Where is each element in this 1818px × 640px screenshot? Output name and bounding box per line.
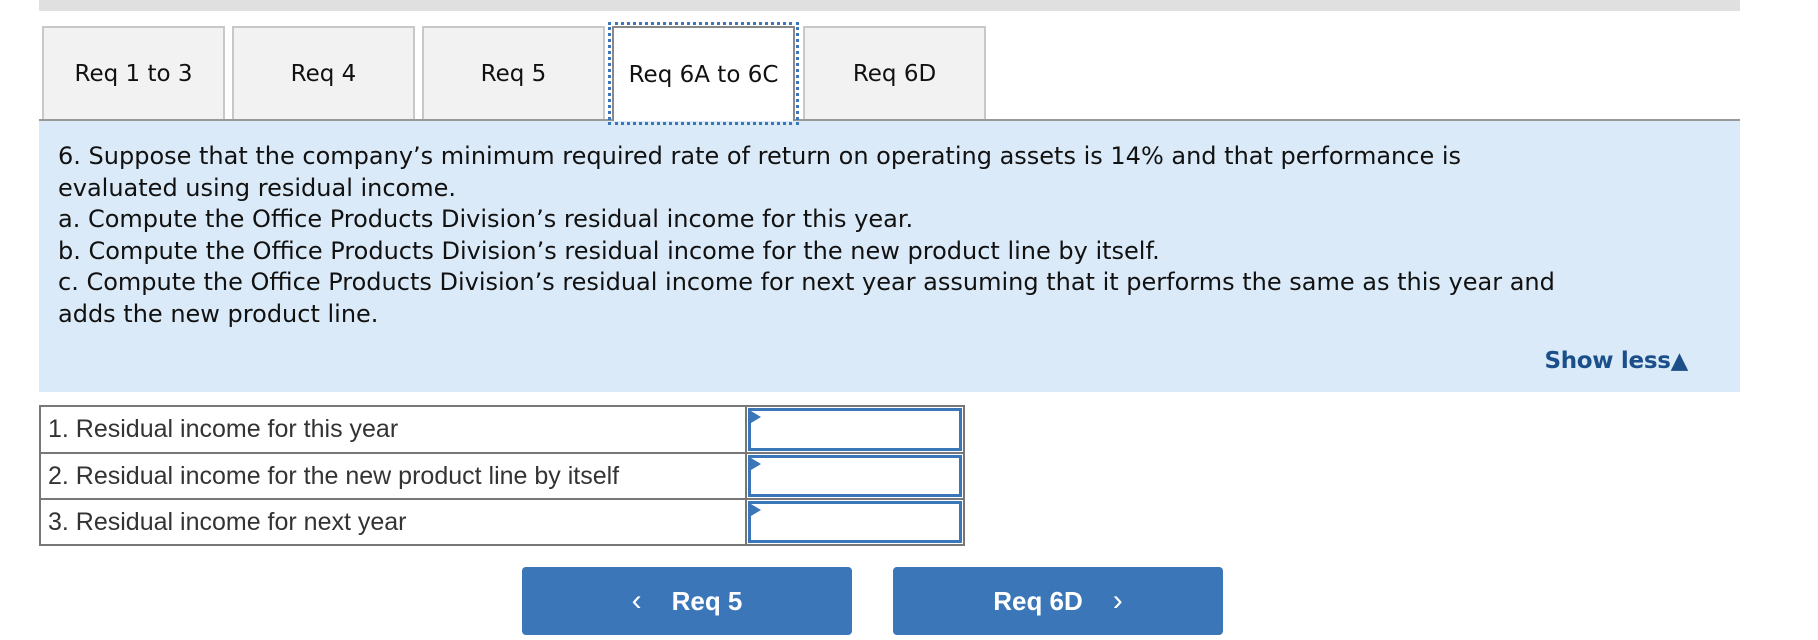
row-label: 1. Residual income for this year <box>41 407 747 452</box>
tab-label: Req 4 <box>290 60 357 87</box>
next-req-6d-button[interactable]: Req 6D › <box>893 567 1223 635</box>
top-bar <box>39 0 1740 11</box>
table-row: 2. Residual income for the new product l… <box>41 452 963 498</box>
answer-table: 1. Residual income for this year 2. Resi… <box>39 405 965 546</box>
tab-label: Req 1 to 3 <box>74 60 193 87</box>
tab-req-1-to-3[interactable]: Req 1 to 3 <box>42 26 225 119</box>
answer-cell <box>747 500 963 544</box>
answer-cell <box>747 407 963 452</box>
row-label: 2. Residual income for the new product l… <box>41 454 747 498</box>
question-text: 6. Suppose that the company’s minimum re… <box>58 141 1718 330</box>
tab-label: Req 6D <box>852 60 937 87</box>
chevron-right-icon: › <box>1112 584 1123 617</box>
show-less-label: Show less <box>1544 348 1671 374</box>
tab-req-6d[interactable]: Req 6D <box>803 26 986 119</box>
question-line: b. Compute the Office Products Division’… <box>58 236 1160 265</box>
input-flag-icon <box>751 458 761 470</box>
answer-cell <box>747 454 963 498</box>
question-line: evaluated using residual income. <box>58 173 457 202</box>
prev-button-label: Req 5 <box>671 585 743 616</box>
question-line: adds the new product line. <box>58 299 379 328</box>
table-row: 3. Residual income for next year <box>41 498 963 544</box>
input-flag-icon <box>751 411 761 423</box>
requirement-tabs: Req 1 to 3 Req 4 Req 5 Req 6A to 6C Req … <box>39 22 1740 125</box>
tab-req-4[interactable]: Req 4 <box>232 26 415 119</box>
tab-req-5[interactable]: Req 5 <box>422 26 605 119</box>
question-line: c. Compute the Office Products Division’… <box>58 268 1555 296</box>
input-flag-icon <box>751 504 761 516</box>
question-line: a. Compute the Office Products Division’… <box>58 205 914 233</box>
chevron-left-icon: ‹ <box>631 584 642 617</box>
question-line: 6. Suppose that the company’s minimum re… <box>58 142 1462 170</box>
next-button-label: Req 6D <box>993 585 1083 616</box>
table-row: 1. Residual income for this year <box>41 407 963 452</box>
tab-label: Req 6A to 6C <box>628 61 779 88</box>
prev-req-5-button[interactable]: ‹ Req 5 <box>522 567 852 635</box>
tab-req-6a-to-6c[interactable]: Req 6A to 6C <box>608 22 799 125</box>
row-label: 3. Residual income for next year <box>41 500 747 544</box>
show-less-link[interactable]: Show less▲ <box>1544 348 1688 374</box>
residual-income-next-year-input[interactable] <box>748 501 962 543</box>
tab-label: Req 5 <box>480 60 547 87</box>
question-panel: 6. Suppose that the company’s minimum re… <box>39 121 1740 392</box>
residual-income-new-product-line-input[interactable] <box>748 455 962 497</box>
triangle-up-icon: ▲ <box>1670 348 1689 374</box>
residual-income-this-year-input[interactable] <box>748 408 962 451</box>
